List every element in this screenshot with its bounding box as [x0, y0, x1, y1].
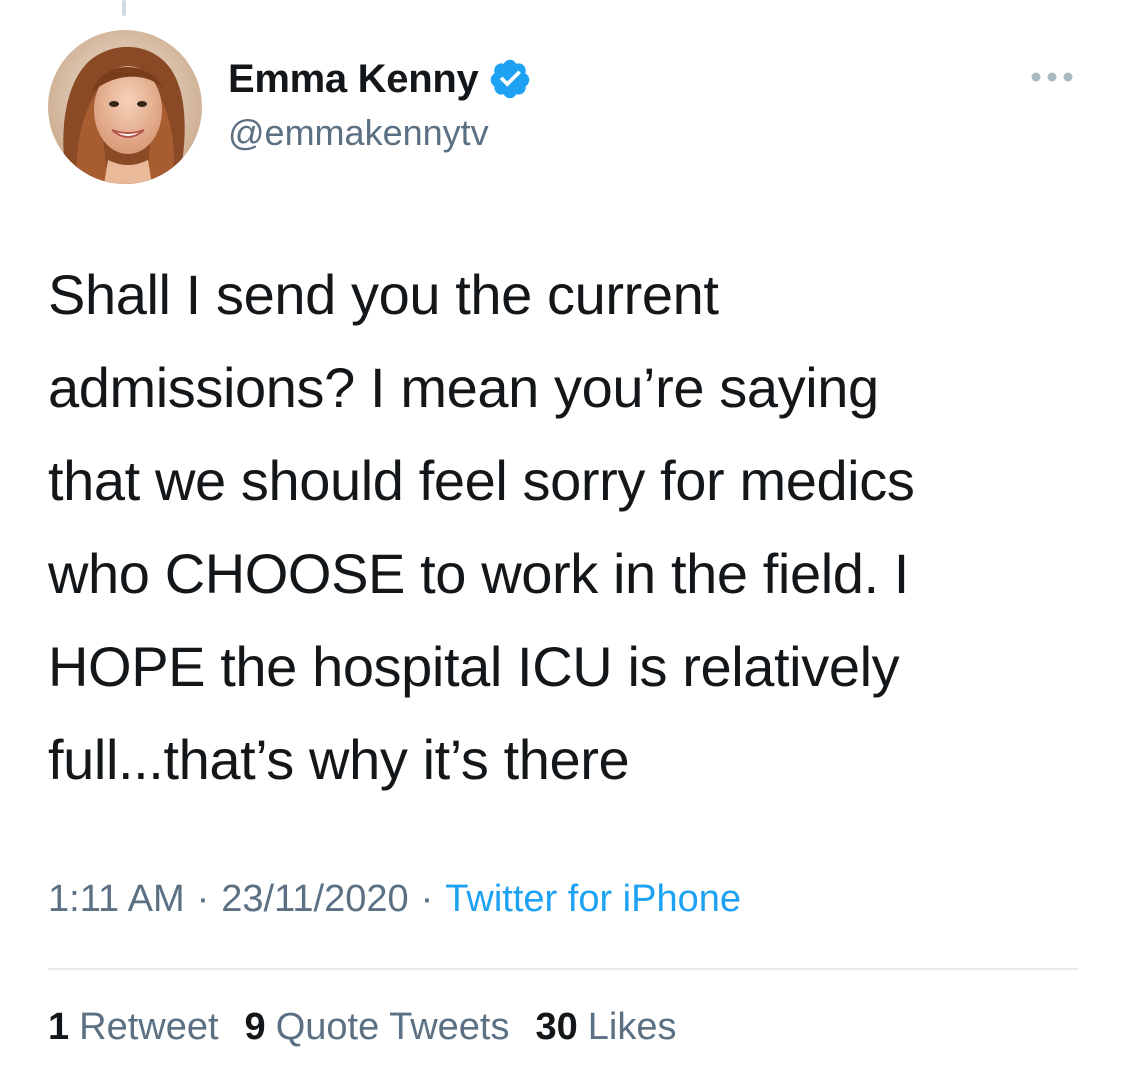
author-handle[interactable]: @emmakennytv [228, 112, 489, 154]
quote-tweets-count: 9 [244, 1006, 266, 1048]
likes-count: 30 [535, 1006, 578, 1048]
avatar-photo-icon [48, 30, 202, 184]
avatar[interactable] [48, 30, 202, 184]
author-name-row: Emma Kenny [228, 54, 532, 104]
tweet-card: Emma Kenny @emmakennytv Shall I send you… [0, 0, 1123, 1085]
retweets-count: 1 [48, 1006, 70, 1048]
tweet-date[interactable]: 23/11/2020 [221, 878, 408, 921]
tweet-metadata: 1:11 AM · 23/11/2020 · Twitter for iPhon… [48, 878, 741, 921]
meta-separator: · [196, 878, 210, 920]
author-display-name[interactable]: Emma Kenny [228, 57, 479, 102]
tweet-time[interactable]: 1:11 AM [48, 878, 185, 921]
divider [48, 968, 1078, 970]
thread-connector-line [122, 0, 126, 16]
tweet-source-link[interactable]: Twitter for iPhone [445, 878, 741, 921]
quote-tweets-label: Quote Tweets [275, 1006, 510, 1048]
verified-badge-icon [488, 57, 532, 101]
likes-stat[interactable]: 30 Likes [535, 1006, 676, 1049]
retweets-stat[interactable]: 1 Retweet [48, 1006, 219, 1049]
quote-tweets-stat[interactable]: 9 Quote Tweets [245, 1006, 510, 1049]
more-options-icon[interactable] [1022, 62, 1082, 92]
retweets-label: Retweet [79, 1006, 219, 1048]
tweet-stats: 1 Retweet 9 Quote Tweets 30 Likes [48, 1006, 702, 1049]
meta-separator: · [420, 878, 434, 920]
likes-label: Likes [587, 1006, 677, 1048]
tweet-text: Shall I send you the current admissions?… [48, 263, 915, 791]
